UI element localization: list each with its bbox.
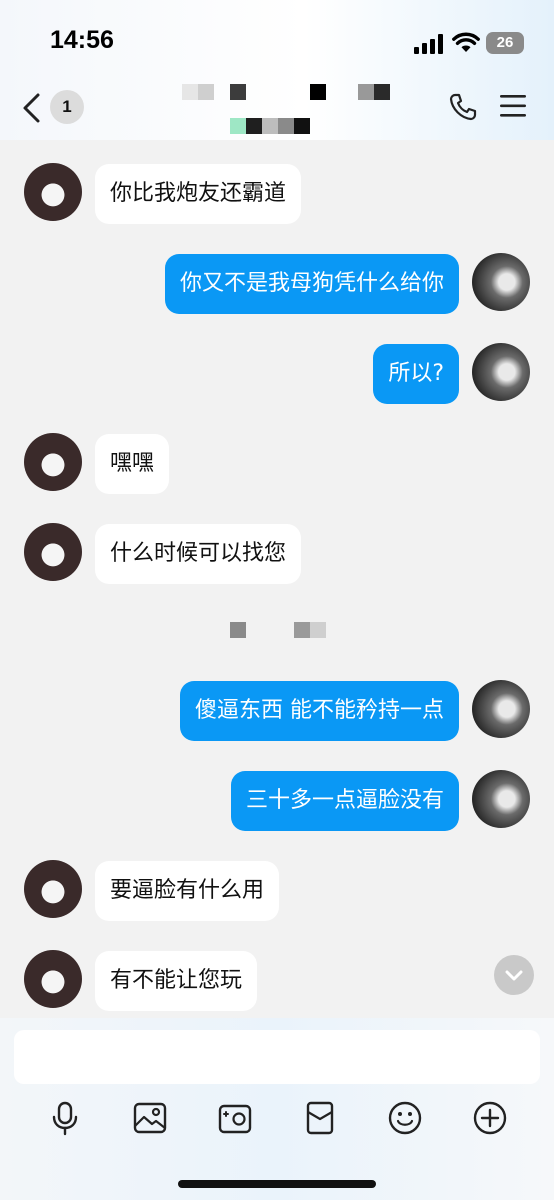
unread-count-badge[interactable]: 1 bbox=[50, 90, 84, 124]
timestamp-mosaic bbox=[230, 622, 330, 640]
message-input[interactable] bbox=[14, 1030, 540, 1084]
camera-icon[interactable] bbox=[217, 1100, 253, 1136]
incoming-message-bubble[interactable]: 你比我炮友还霸道 bbox=[95, 164, 302, 224]
home-indicator bbox=[178, 1180, 376, 1188]
emoji-icon[interactable] bbox=[387, 1100, 423, 1136]
outgoing-message-bubble[interactable]: 所以? bbox=[373, 344, 459, 404]
incoming-message-bubble[interactable]: 嘿嘿 bbox=[95, 434, 170, 494]
contact-avatar[interactable] bbox=[24, 523, 82, 581]
menu-icon[interactable] bbox=[500, 94, 526, 118]
back-chevron-icon[interactable] bbox=[20, 92, 42, 124]
self-avatar[interactable] bbox=[472, 343, 530, 401]
microphone-icon[interactable] bbox=[47, 1100, 83, 1136]
contact-avatar[interactable] bbox=[24, 950, 82, 1008]
outgoing-message-bubble[interactable]: 傻逼东西 能不能矜持一点 bbox=[180, 681, 459, 741]
chat-header: 14:56 26 1 bbox=[0, 0, 554, 140]
plus-icon[interactable] bbox=[472, 1100, 508, 1136]
incoming-message-bubble[interactable]: 什么时候可以找您 bbox=[95, 524, 302, 584]
status-time: 14:56 bbox=[50, 26, 114, 54]
contact-avatar[interactable] bbox=[24, 860, 82, 918]
image-icon[interactable] bbox=[132, 1100, 168, 1136]
contact-avatar[interactable] bbox=[24, 433, 82, 491]
self-avatar[interactable] bbox=[472, 770, 530, 828]
incoming-message-bubble[interactable]: 要逼脸有什么用 bbox=[95, 861, 280, 921]
cellular-signal-icon bbox=[414, 34, 443, 54]
scroll-to-bottom-button[interactable] bbox=[494, 955, 534, 995]
battery-indicator: 26 bbox=[486, 32, 524, 54]
chevron-down-icon bbox=[505, 970, 523, 981]
outgoing-message-bubble[interactable]: 三十多一点逼脸没有 bbox=[230, 771, 459, 831]
outgoing-message-bubble[interactable]: 你又不是我母狗凭什么给你 bbox=[164, 254, 459, 314]
status-bar: 14:56 26 bbox=[0, 0, 554, 80]
incoming-message-bubble[interactable]: 有不能让您玩 bbox=[95, 951, 258, 1011]
phone-call-icon[interactable] bbox=[448, 92, 478, 122]
contact-avatar[interactable] bbox=[24, 163, 82, 221]
contact-name-mosaic bbox=[182, 84, 392, 136]
self-avatar[interactable] bbox=[472, 253, 530, 311]
wifi-icon bbox=[452, 32, 480, 52]
composer-panel bbox=[0, 1018, 554, 1200]
self-avatar[interactable] bbox=[472, 680, 530, 738]
red-packet-icon[interactable] bbox=[302, 1100, 338, 1136]
